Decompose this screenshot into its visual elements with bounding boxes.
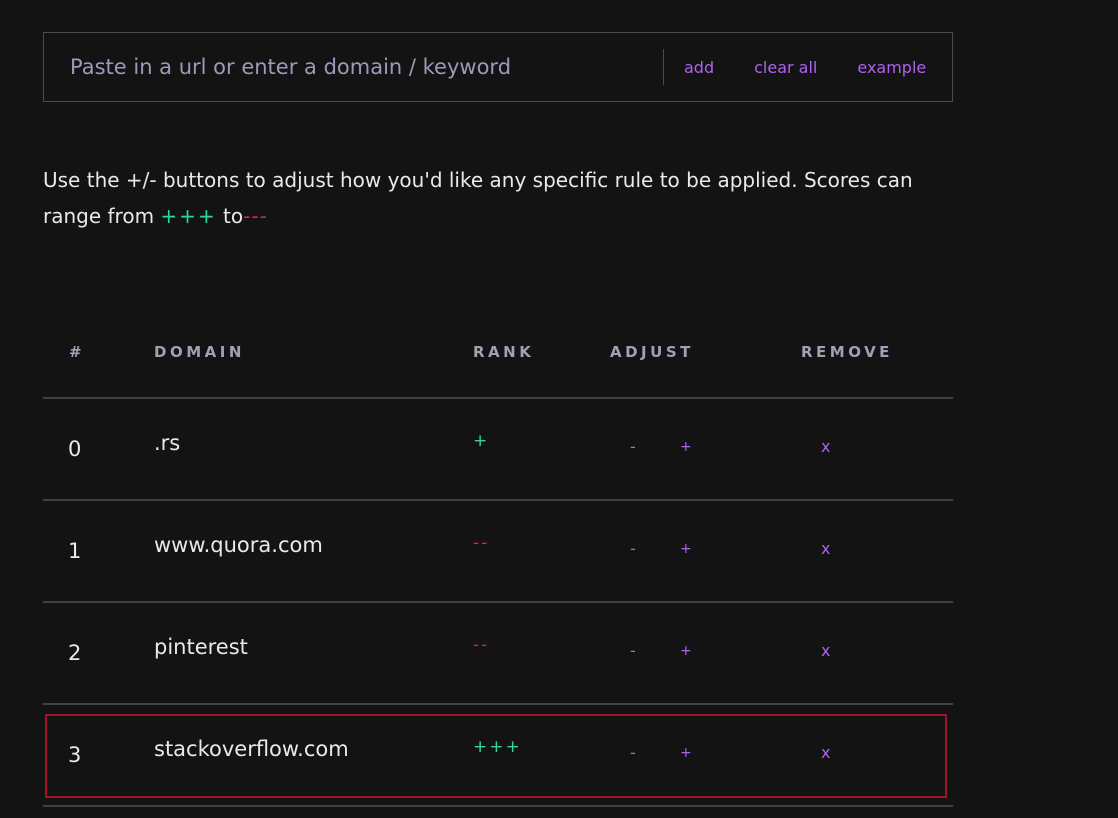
header-rank: RANK: [473, 343, 535, 361]
table-row: 1 www.quora.com -- - + x: [43, 501, 953, 603]
row-rank: --: [473, 635, 490, 655]
row-domain: pinterest: [154, 635, 248, 659]
max-score-symbol: +++: [160, 204, 217, 228]
row-number: 3: [68, 743, 82, 767]
row-domain: stackoverflow.com: [154, 737, 349, 761]
example-button[interactable]: example: [857, 58, 926, 77]
increase-rank-button[interactable]: +: [680, 439, 692, 455]
row-number: 2: [68, 641, 82, 665]
decrease-rank-button[interactable]: -: [630, 539, 636, 558]
search-bar: add clear all example: [43, 32, 953, 102]
header-domain: DOMAIN: [154, 343, 245, 361]
rules-table: # DOMAIN RANK ADJUST REMOVE 0 .rs + - + …: [43, 310, 953, 807]
table-row: 2 pinterest -- - + x: [43, 603, 953, 705]
remove-row-button[interactable]: x: [821, 641, 830, 660]
instructions-to: to: [216, 204, 244, 228]
min-score-symbol: ---: [243, 204, 268, 228]
clear-all-button[interactable]: clear all: [754, 58, 817, 77]
main-panel: add clear all example Use the +/- button…: [43, 32, 953, 234]
search-input[interactable]: [44, 33, 663, 101]
instructions-text: Use the +/- buttons to adjust how you'd …: [43, 162, 953, 234]
increase-rank-button[interactable]: +: [680, 643, 692, 659]
remove-row-button[interactable]: x: [821, 743, 830, 762]
row-rank: +: [473, 431, 490, 451]
row-domain: www.quora.com: [154, 533, 323, 557]
header-remove: REMOVE: [801, 343, 893, 361]
row-rank: +++: [473, 737, 522, 757]
remove-row-button[interactable]: x: [821, 437, 830, 456]
add-button[interactable]: add: [684, 58, 714, 77]
row-number: 0: [68, 437, 82, 461]
row-number: 1: [68, 539, 82, 563]
row-domain: .rs: [154, 431, 181, 455]
header-num: #: [69, 343, 86, 361]
row-rank: --: [473, 533, 490, 553]
table-header: # DOMAIN RANK ADJUST REMOVE: [43, 310, 953, 399]
increase-rank-button[interactable]: +: [680, 541, 692, 557]
increase-rank-button[interactable]: +: [680, 745, 692, 761]
search-divider: [663, 49, 664, 85]
table-row: 0 .rs + - + x: [43, 399, 953, 501]
decrease-rank-button[interactable]: -: [630, 641, 636, 660]
table-row-highlighted: 3 stackoverflow.com +++ - + x: [43, 705, 953, 807]
decrease-rank-button[interactable]: -: [630, 743, 636, 762]
decrease-rank-button[interactable]: -: [630, 437, 636, 456]
header-adjust: ADJUST: [610, 343, 694, 361]
remove-row-button[interactable]: x: [821, 539, 830, 558]
